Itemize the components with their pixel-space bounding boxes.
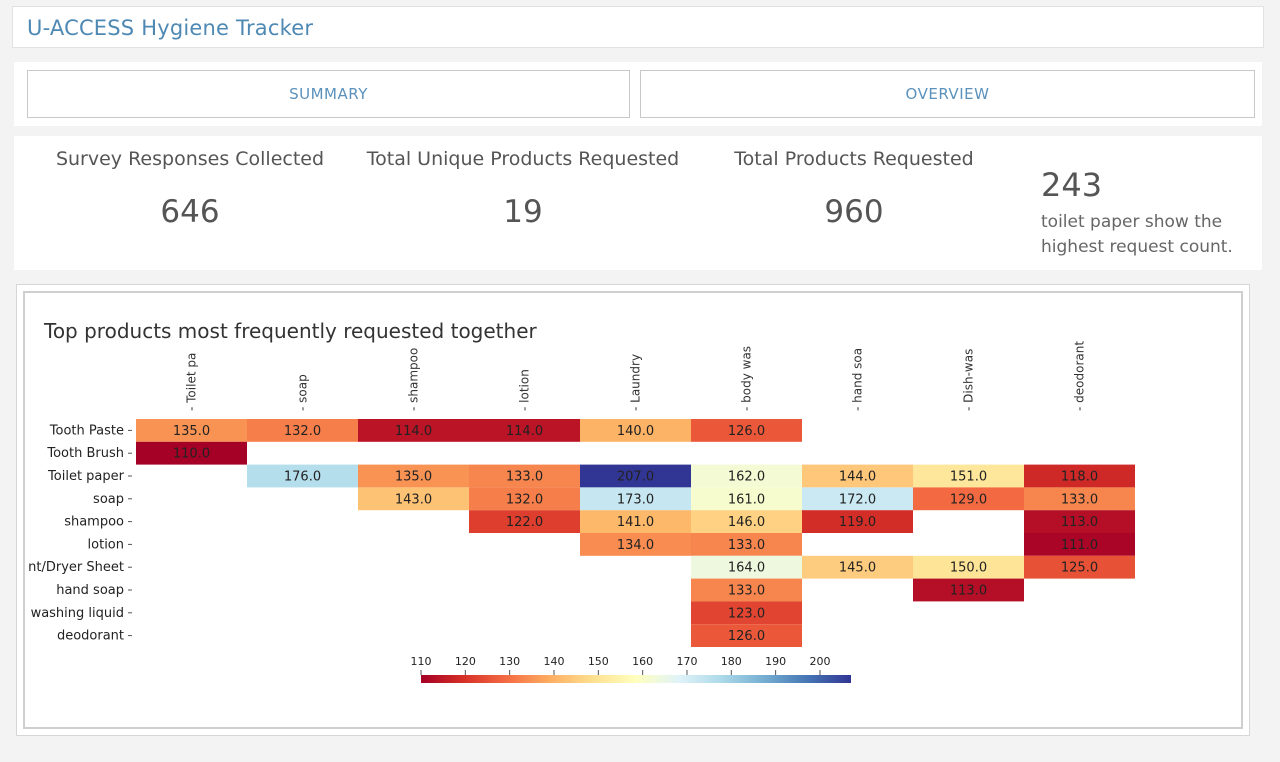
cell-value: 140.0 bbox=[617, 424, 654, 439]
cell-value: 122.0 bbox=[506, 515, 543, 530]
row-label: lotion bbox=[88, 537, 124, 552]
cell-value: 133.0 bbox=[506, 470, 543, 485]
cell-value: 129.0 bbox=[950, 492, 987, 507]
highlight-note: 243 toilet paper show the highest reques… bbox=[1041, 166, 1251, 260]
cell-value: 143.0 bbox=[395, 492, 432, 507]
cell-value: 132.0 bbox=[506, 492, 543, 507]
colorbar-tick-label: 150 bbox=[588, 655, 609, 668]
overview-button[interactable]: OVERVIEW bbox=[640, 70, 1255, 118]
cell-value: 144.0 bbox=[839, 470, 876, 485]
colorbar-tick-label: 180 bbox=[721, 655, 742, 668]
cell-value: 135.0 bbox=[173, 424, 210, 439]
cell-value: 145.0 bbox=[839, 561, 876, 576]
cell-value: 135.0 bbox=[395, 470, 432, 485]
chart-frame: Top products most frequently requested t… bbox=[23, 291, 1243, 729]
app-title: U-ACCESS Hygiene Tracker bbox=[27, 16, 314, 40]
kpi-survey-responses: Survey Responses Collected 646 bbox=[52, 136, 328, 230]
row-label: washing liquid bbox=[31, 606, 124, 621]
cell-value: 164.0 bbox=[728, 561, 765, 576]
cell-value: 110.0 bbox=[173, 447, 210, 462]
cell-value: 133.0 bbox=[1061, 492, 1098, 507]
highlight-value: 243 bbox=[1041, 166, 1103, 204]
row-label: hand soap bbox=[56, 583, 124, 598]
column-label: - shampoo bbox=[407, 348, 421, 411]
column-label: - Laundry bbox=[629, 354, 643, 411]
colorbar-tick-label: 140 bbox=[543, 655, 564, 668]
chart-panel: Top products most frequently requested t… bbox=[16, 284, 1250, 736]
cell-value: 172.0 bbox=[839, 492, 876, 507]
colorbar-tick-label: 170 bbox=[676, 655, 697, 668]
cell-value: 133.0 bbox=[728, 538, 765, 553]
colorbar-tick-label: 160 bbox=[632, 655, 653, 668]
heatmap-chart: Top products most frequently requested t… bbox=[28, 319, 1135, 683]
cell-value: 125.0 bbox=[1061, 561, 1098, 576]
row-label: nt/Dryer Sheet bbox=[28, 560, 124, 575]
summary-button[interactable]: SUMMARY bbox=[27, 70, 630, 118]
column-label: - hand soa bbox=[851, 348, 865, 411]
row-label: Tooth Brush bbox=[46, 446, 124, 461]
highlight-description: toilet paper show the highest request co… bbox=[1041, 210, 1251, 260]
highlight-line-2: highest request count. bbox=[1041, 237, 1233, 257]
kpi-panel: Survey Responses Collected 646 Total Uni… bbox=[14, 136, 1262, 270]
row-label: Tooth Paste bbox=[49, 423, 124, 438]
colorbar-tick-label: 130 bbox=[499, 655, 520, 668]
kpi-unique-products: Total Unique Products Requested 19 bbox=[358, 136, 688, 230]
app-header: U-ACCESS Hygiene Tracker bbox=[12, 6, 1264, 48]
cell-value: 173.0 bbox=[617, 492, 654, 507]
nav-bar: SUMMARY OVERVIEW bbox=[14, 62, 1262, 126]
column-label: - Dish-was bbox=[962, 349, 976, 411]
cell-value: 113.0 bbox=[1061, 515, 1098, 530]
column-label: - deodorant bbox=[1073, 341, 1087, 411]
cell-value: 114.0 bbox=[506, 424, 543, 439]
cell-value: 118.0 bbox=[1061, 470, 1098, 485]
row-label: shampoo bbox=[64, 515, 124, 530]
column-label: - body was bbox=[740, 346, 754, 411]
kpi-label: Survey Responses Collected bbox=[55, 148, 325, 170]
cell-value: 207.0 bbox=[617, 470, 654, 485]
kpi-value: 960 bbox=[824, 194, 884, 230]
cell-value: 133.0 bbox=[728, 584, 765, 599]
cell-value: 114.0 bbox=[395, 424, 432, 439]
row-label: Toilet paper bbox=[47, 469, 125, 484]
cell-value: 161.0 bbox=[728, 492, 765, 507]
cell-value: 141.0 bbox=[617, 515, 654, 530]
highlight-line-1: toilet paper show the bbox=[1041, 212, 1223, 232]
column-label: - lotion bbox=[518, 369, 532, 411]
kpi-total-products: Total Products Requested 960 bbox=[720, 136, 988, 230]
column-label: - soap bbox=[296, 374, 310, 411]
colorbar-tick-label: 120 bbox=[455, 655, 476, 668]
colorbar-tick-label: 200 bbox=[809, 655, 830, 668]
cell-value: 111.0 bbox=[1061, 538, 1098, 553]
kpi-value: 19 bbox=[503, 194, 543, 230]
cell-value: 151.0 bbox=[950, 470, 987, 485]
row-label: deodorant bbox=[57, 629, 124, 644]
cell-value: 113.0 bbox=[950, 584, 987, 599]
cell-value: 150.0 bbox=[950, 561, 987, 576]
colorbar-tick-label: 190 bbox=[765, 655, 786, 668]
cell-value: 126.0 bbox=[728, 424, 765, 439]
cell-value: 134.0 bbox=[617, 538, 654, 553]
cell-value: 146.0 bbox=[728, 515, 765, 530]
chart-title: Top products most frequently requested t… bbox=[43, 319, 538, 343]
cell-value: 132.0 bbox=[284, 424, 321, 439]
colorbar-tick-label: 110 bbox=[411, 655, 432, 668]
colorbar bbox=[421, 675, 851, 683]
cell-value: 126.0 bbox=[728, 629, 765, 644]
cell-value: 176.0 bbox=[284, 470, 321, 485]
kpi-label: Total Unique Products Requested bbox=[366, 148, 680, 170]
kpi-value: 646 bbox=[160, 194, 220, 230]
cell-value: 119.0 bbox=[839, 515, 876, 530]
row-label: soap bbox=[93, 492, 124, 507]
kpi-label: Total Products Requested bbox=[734, 148, 974, 170]
column-label: - Toilet pa bbox=[185, 353, 199, 411]
cell-value: 162.0 bbox=[728, 470, 765, 485]
cell-value: 123.0 bbox=[728, 606, 765, 621]
